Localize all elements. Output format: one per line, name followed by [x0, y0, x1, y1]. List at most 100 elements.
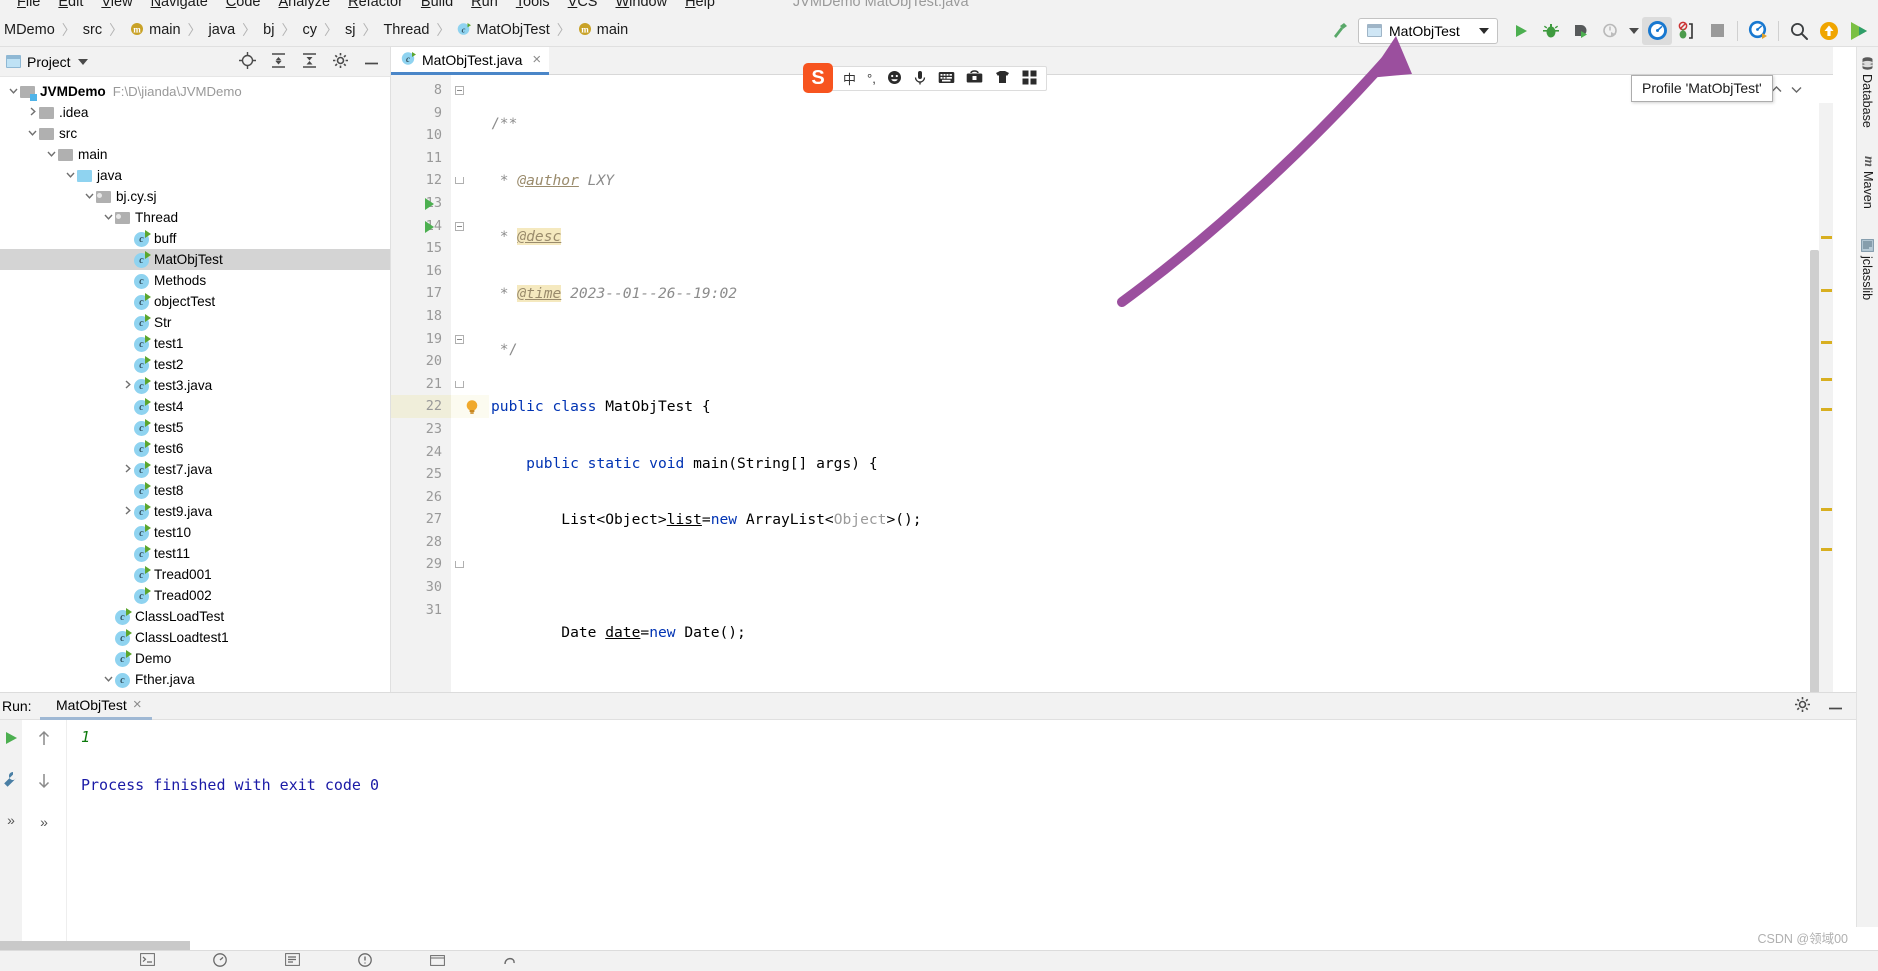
breadcrumb-item-main[interactable]: m main [572, 22, 634, 38]
rerun-icon[interactable] [3, 730, 19, 749]
chevron-down-icon[interactable] [1479, 27, 1489, 34]
tree-item-test5[interactable]: c test5 [0, 417, 390, 438]
collapse-all-icon[interactable] [301, 52, 318, 72]
gear-icon[interactable] [1794, 696, 1811, 716]
chevron-down-icon[interactable] [82, 190, 96, 204]
tree-item-bj-cy-sj[interactable]: bj.cy.sj [0, 186, 390, 207]
breadcrumb-item-sj[interactable]: sj [339, 22, 361, 38]
breadcrumb-item-java[interactable]: java [203, 22, 242, 38]
minimize-icon[interactable] [363, 54, 380, 69]
fold-marker-icon[interactable] [455, 86, 464, 95]
tree-item-test10[interactable]: c test10 [0, 522, 390, 543]
tree-item-jvmdemo[interactable]: JVMDemo F:\D\jianda\JVMDemo [0, 81, 390, 102]
menu-bar[interactable]: File Edit View Navigate Code Analyze Refactor B… [0, 0, 1878, 14]
run-icon[interactable] [1506, 17, 1536, 45]
sidebar-item-maven[interactable]: m Maven [1857, 152, 1878, 213]
build-icon[interactable] [430, 953, 445, 969]
stop-gc-icon[interactable] [1672, 17, 1702, 45]
fold-marker-icon[interactable] [455, 221, 464, 231]
ime-mode-chinese[interactable]: 中 [843, 69, 856, 88]
tree-item-src[interactable]: src [0, 123, 390, 144]
chevron-down-icon[interactable] [77, 58, 88, 65]
tree-item-classloadtest[interactable]: c ClassLoadTest [0, 606, 390, 627]
ime-mic-icon[interactable] [913, 70, 927, 88]
tree-item-java[interactable]: java [0, 165, 390, 186]
more-icon[interactable]: » [40, 814, 48, 830]
chevron-down-icon[interactable] [101, 211, 115, 225]
menu-item-tools[interactable]: Tools [507, 0, 559, 10]
tree-item-classloadtest1[interactable]: c ClassLoadtest1 [0, 627, 390, 648]
menu-item-refactor[interactable]: Refactor [339, 0, 412, 10]
tree-item-str[interactable]: c Str [0, 312, 390, 333]
ime-toolbox-icon[interactable] [966, 70, 983, 87]
close-icon[interactable]: × [133, 696, 142, 713]
tree-item-matobjtest[interactable]: c MatObjTest [0, 249, 390, 270]
tree-item-main[interactable]: main [0, 144, 390, 165]
ime-emoji-icon[interactable] [887, 70, 902, 88]
debug-icon[interactable] [1536, 17, 1566, 45]
chevron-down-icon[interactable] [63, 169, 77, 183]
inspection-marker-strip[interactable] [1819, 103, 1833, 720]
menu-item-view[interactable]: View [92, 0, 141, 10]
problems-icon[interactable] [358, 952, 372, 970]
intention-bulb-icon[interactable] [465, 399, 479, 418]
menu-item-run[interactable]: Run [462, 0, 507, 10]
scroll-up-icon[interactable] [36, 730, 52, 750]
build-hammer-icon[interactable] [1324, 17, 1354, 45]
gutter-marker-22[interactable] [451, 395, 489, 418]
dropdown-caret-icon[interactable] [1626, 17, 1642, 45]
tree-item-test6[interactable]: c test6 [0, 438, 390, 459]
profile-icon[interactable] [1642, 16, 1672, 45]
scroll-down-icon[interactable] [36, 772, 52, 792]
sidebar-item-database[interactable]: Database [1857, 53, 1877, 132]
profile-dropdown-icon[interactable] [1596, 17, 1626, 45]
stop-icon[interactable] [1702, 17, 1732, 45]
tree-item-test3-java[interactable]: c test3.java [0, 375, 390, 396]
tree-item-tread002[interactable]: c Tread002 [0, 585, 390, 606]
gutter-marker-14[interactable] [425, 215, 489, 238]
fold-end-icon[interactable] [455, 380, 464, 388]
fold-gutter[interactable] [425, 75, 489, 692]
breadcrumb-item-cy[interactable]: cy [296, 22, 323, 38]
menu-item-navigate[interactable]: Navigate [142, 0, 217, 10]
run-console[interactable]: 1 Process finished with exit code 0 [67, 720, 1856, 950]
chevron-down-icon[interactable] [1790, 83, 1803, 99]
run-gutter-icon[interactable] [425, 220, 434, 233]
terminal-icon[interactable] [140, 953, 155, 969]
chevron-down-icon[interactable] [25, 127, 39, 141]
menu-item-build[interactable]: Build [412, 0, 462, 10]
todo-icon[interactable] [285, 953, 300, 969]
menu-item-edit[interactable]: Edit [49, 0, 92, 10]
tree-item-test11[interactable]: c test11 [0, 543, 390, 564]
fold-marker-icon[interactable] [455, 334, 464, 344]
search-everywhere-icon[interactable] [1784, 17, 1814, 45]
ime-keyboard-icon[interactable] [938, 71, 955, 87]
menu-item-window[interactable]: Window [606, 0, 676, 10]
tree-item-methods[interactable]: c Methods [0, 270, 390, 291]
breadcrumb-item-mdemo[interactable]: MDemo [0, 22, 61, 38]
tree-item-test9-java[interactable]: c test9.java [0, 501, 390, 522]
tree-item-fther-java[interactable]: c Fther.java [0, 669, 390, 690]
ime-floating-bar[interactable]: S 中 °, [803, 63, 1047, 93]
more-icon[interactable]: » [7, 812, 15, 828]
line-number-gutter[interactable]: 8 9 10 11 12 13 14 15 16 17 18 19 20 21 22 23 24 25 26 27 28… [391, 75, 451, 692]
sidebar-item-jclasslib[interactable]: jclasslib [1857, 235, 1877, 304]
tree-item--idea[interactable]: .idea [0, 102, 390, 123]
tree-item-demo[interactable]: c Demo [0, 648, 390, 669]
run-configuration-selector[interactable]: MatObjTest [1358, 17, 1498, 44]
fold-end-icon[interactable] [455, 177, 464, 185]
menu-item-vcs[interactable]: VCS [559, 0, 607, 10]
chevron-down-icon[interactable] [44, 148, 58, 162]
tree-item-thread[interactable]: Thread [0, 207, 390, 228]
breadcrumb-item-main[interactable]: m main [124, 22, 186, 38]
breadcrumb-item-src[interactable]: src [77, 22, 108, 38]
project-tree[interactable]: JVMDemo F:\D\jianda\JVMDemo .idea src main ja… [0, 77, 390, 711]
chevron-down-icon[interactable] [101, 673, 115, 687]
sogou-logo-icon[interactable]: S [803, 63, 833, 93]
tree-item-test2[interactable]: c test2 [0, 354, 390, 375]
locate-target-icon[interactable] [239, 51, 256, 72]
chevron-right-icon[interactable] [120, 379, 134, 393]
profiler-icon[interactable] [213, 952, 227, 970]
tree-item-objecttest[interactable]: c objectTest [0, 291, 390, 312]
chevron-right-icon[interactable] [120, 505, 134, 519]
